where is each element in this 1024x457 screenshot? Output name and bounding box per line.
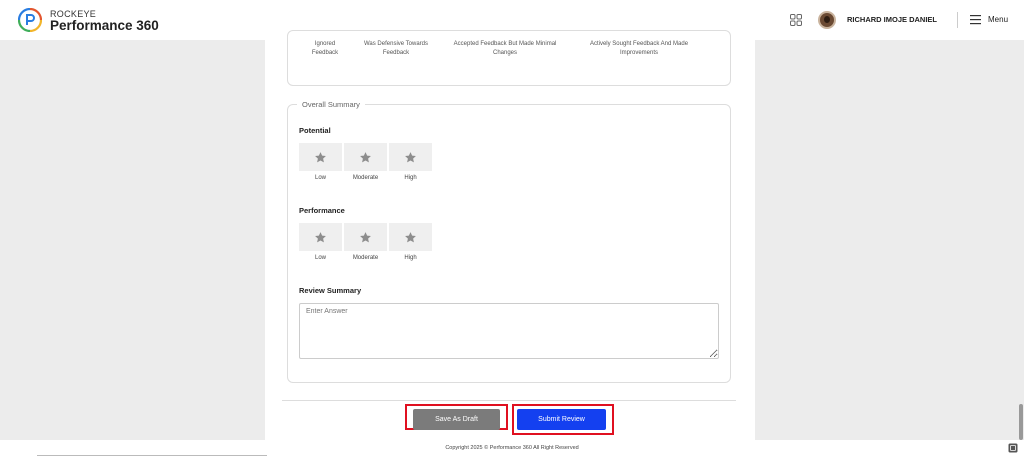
potential-rating bbox=[299, 143, 432, 171]
review-form-card: Ignored Feedback Was Defensive Towards F… bbox=[265, 30, 755, 440]
scale-label-improvements: Actively Sought Feedback And Made Improv… bbox=[589, 41, 689, 56]
scrollbar-thumb[interactable] bbox=[1019, 404, 1023, 440]
potential-label-low: Low bbox=[314, 175, 326, 181]
performance-rating bbox=[299, 223, 432, 251]
review-summary-input[interactable] bbox=[299, 303, 719, 359]
header-separator bbox=[957, 12, 958, 28]
potential-star-high[interactable] bbox=[389, 143, 432, 171]
menu-label[interactable]: Menu bbox=[988, 15, 1008, 24]
star-icon bbox=[315, 231, 326, 242]
star-icon bbox=[360, 151, 371, 162]
copyright-text: Copyright 2025 © Performance 360 All Rig… bbox=[445, 445, 579, 451]
apps-grid-icon[interactable] bbox=[790, 14, 802, 26]
user-avatar[interactable] bbox=[818, 11, 836, 29]
potential-star-low[interactable] bbox=[299, 143, 342, 171]
rockeye-logo-icon[interactable] bbox=[18, 8, 42, 32]
star-icon bbox=[360, 231, 371, 242]
overall-summary-fieldset: Overall Summary Potential Low Moderate H… bbox=[287, 100, 731, 383]
screenshot-icon[interactable] bbox=[1008, 443, 1018, 453]
scale-label-ignored: Ignored Feedback bbox=[311, 41, 339, 56]
performance-star-high[interactable] bbox=[389, 223, 432, 251]
scale-label-minimal-changes: Accepted Feedback But Made Minimal Chang… bbox=[453, 41, 557, 56]
potential-label-high: High bbox=[404, 175, 417, 181]
submit-review-button[interactable]: Submit Review bbox=[517, 409, 606, 430]
overall-summary-legend: Overall Summary bbox=[297, 100, 365, 109]
star-icon bbox=[405, 231, 416, 242]
scale-label-defensive: Was Defensive Towards Feedback bbox=[363, 41, 429, 56]
potential-title: Potential bbox=[299, 126, 331, 135]
performance-label-low: Low bbox=[314, 255, 326, 261]
performance-label-moderate: Moderate bbox=[352, 255, 379, 261]
brand-name: Performance 360 bbox=[50, 18, 159, 33]
performance-title: Performance bbox=[299, 206, 345, 215]
star-icon bbox=[405, 151, 416, 162]
potential-label-moderate: Moderate bbox=[352, 175, 379, 181]
performance-label-high: High bbox=[404, 255, 417, 261]
save-as-draft-button[interactable]: Save As Draft bbox=[413, 409, 500, 430]
previous-rating-section: Ignored Feedback Was Defensive Towards F… bbox=[287, 30, 731, 86]
potential-star-moderate[interactable] bbox=[344, 143, 387, 171]
potential-labels: Low Moderate High bbox=[299, 175, 432, 181]
hamburger-menu-icon[interactable] bbox=[970, 14, 981, 25]
review-summary-title: Review Summary bbox=[299, 286, 362, 295]
star-icon bbox=[315, 151, 326, 162]
performance-star-low[interactable] bbox=[299, 223, 342, 251]
user-name[interactable]: RICHARD IMOJE DANIEL bbox=[847, 15, 937, 24]
performance-star-moderate[interactable] bbox=[344, 223, 387, 251]
footer-line bbox=[37, 455, 267, 456]
performance-labels: Low Moderate High bbox=[299, 255, 432, 261]
actions-divider bbox=[282, 400, 736, 401]
footer: Copyright 2025 © Performance 360 All Rig… bbox=[0, 440, 1024, 457]
